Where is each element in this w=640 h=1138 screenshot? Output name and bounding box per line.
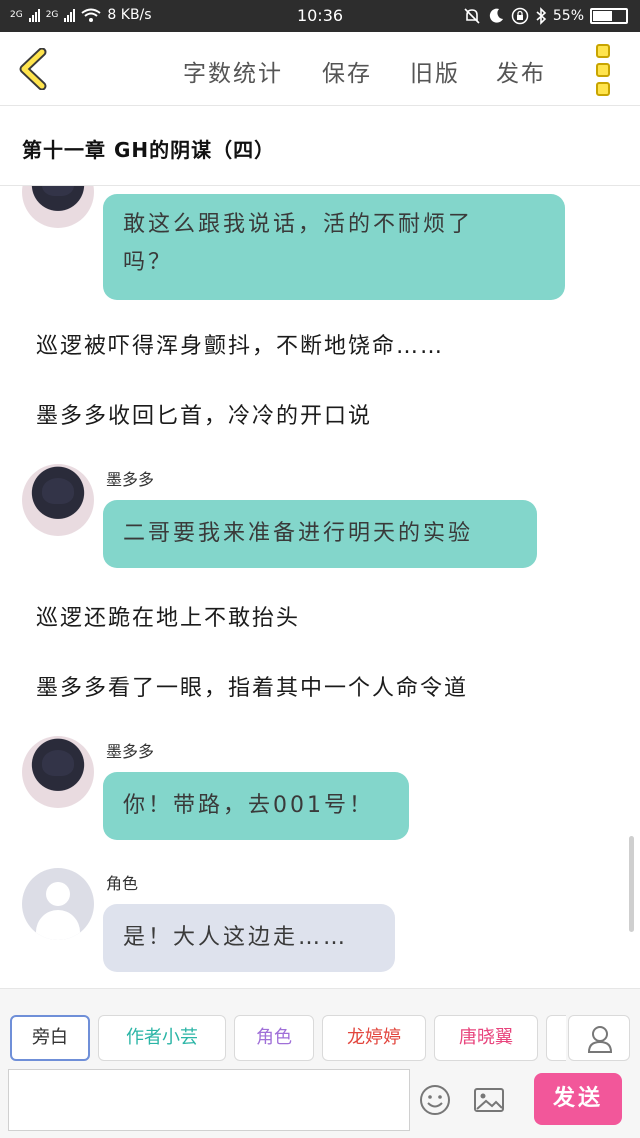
avatar[interactable] [22,868,94,940]
status-right: 55% [463,7,628,25]
editor-toolbar: 字数统计 保存 旧版 发布 [0,32,640,106]
narration-text[interactable]: 墨多多看了一眼，指着其中一个人命令道 [36,670,468,702]
bluetooth-icon [536,7,547,25]
role-tab-overflow[interactable] [546,1015,566,1061]
narration-text[interactable]: 巡逻还跪在地上不敢抬头 [36,600,300,632]
message-text: 是！大人这边走…… [123,925,349,950]
save-button[interactable]: 保存 [322,54,372,88]
emoji-button[interactable] [418,1083,452,1117]
speaker-name: 墨多多 [106,470,155,489]
message-input[interactable] [8,1069,410,1131]
back-chevron-icon [19,47,47,91]
battery-percent: 55% [552,8,584,24]
send-button[interactable]: 发送 [534,1073,622,1125]
user-icon [587,1026,613,1053]
avatar[interactable] [22,464,94,536]
speaker-name: 角色 [106,874,139,893]
story-content[interactable]: 敢这么跟我说话，活的不耐烦了 吗？ 巡逻被吓得浑身颤抖，不断地饶命…… 墨多多收… [0,186,640,986]
role-tab-label: 作者小芸 [126,1027,198,1048]
narration-text[interactable]: 巡逻被吓得浑身颤抖，不断地饶命…… [36,328,444,360]
word-count-button[interactable]: 字数统计 [183,54,283,88]
role-tab-label: 唐晓翼 [459,1027,513,1048]
old-version-button[interactable]: 旧版 [410,54,460,88]
role-tab-label: 龙婷婷 [347,1027,401,1048]
chapter-title: 第十一章 GH的阴谋（四） [22,138,276,162]
message-bubble[interactable]: 是！大人这边走…… [103,904,395,972]
back-button[interactable] [14,47,54,91]
message-bubble[interactable]: 你！带路，去001号！ [103,772,409,840]
message-text: 你！带路，去001号！ [123,793,374,818]
role-tab-narrator[interactable]: 旁白 [10,1015,90,1061]
role-tab-label: 角色 [256,1027,292,1048]
narration-text[interactable]: 墨多多收回匕首，冷冷的开口说 [36,398,372,430]
role-tab-author[interactable]: 作者小芸 [98,1015,226,1061]
composer-panel: 旁白 作者小芸 角色 龙婷婷 唐晓翼 发送 [0,988,640,1138]
status-bar: 2G 2G 8 KB/s 10:36 55% [0,0,640,32]
avatar[interactable] [22,186,94,228]
scrollbar-thumb[interactable] [629,836,634,932]
image-icon [474,1088,504,1112]
image-button[interactable] [472,1083,506,1117]
role-tab-label: 旁白 [32,1027,68,1048]
role-tab-tang-xiaoyi[interactable]: 唐晓翼 [434,1015,538,1061]
speaker-name: 墨多多 [106,742,155,761]
message-text-line-1: 敢这么跟我说话，活的不耐烦了 [123,212,474,237]
role-picker-button[interactable] [568,1015,630,1061]
message-text-line-2: 吗？ [123,250,174,275]
moon-icon [489,8,503,23]
more-menu-icon[interactable] [596,44,616,96]
message-bubble[interactable]: 二哥要我来准备进行明天的实验 [103,500,537,568]
message-bubble[interactable]: 敢这么跟我说话，活的不耐烦了 吗？ [103,194,565,300]
message-text: 二哥要我来准备进行明天的实验 [123,521,474,546]
role-tab-long-tingting[interactable]: 龙婷婷 [322,1015,426,1061]
battery-icon [590,8,628,24]
notifications-muted-icon [464,8,480,24]
emoji-icon [420,1085,450,1115]
publish-button[interactable]: 发布 [496,54,546,88]
role-tab-character[interactable]: 角色 [234,1015,314,1061]
lock-rotation-icon [511,7,529,25]
avatar[interactable] [22,736,94,808]
